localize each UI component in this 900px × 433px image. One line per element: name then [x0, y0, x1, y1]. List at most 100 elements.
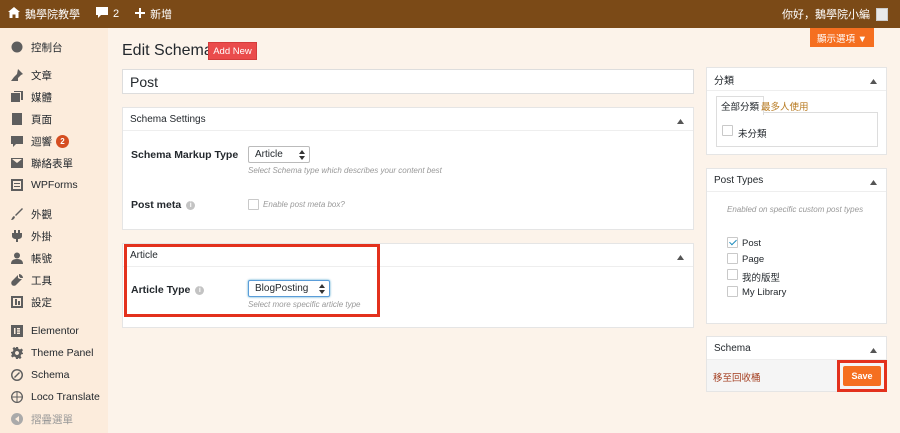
plus-icon [135, 7, 146, 21]
schema-icon [11, 369, 23, 381]
save-highlight-box [837, 360, 887, 392]
collapse-arrow-icon[interactable] [870, 76, 877, 87]
sidebar-item-contact-form[interactable]: 聯絡表單 [0, 152, 108, 174]
box-title: Schema [714, 342, 751, 354]
tab-all-categories[interactable]: 全部分類 [716, 96, 765, 115]
sidebar-item-elementor[interactable]: Elementor [0, 320, 108, 342]
sidebar-item-theme-panel[interactable]: Theme Panel [0, 342, 108, 364]
sidebar-item-posts[interactable]: 文章 [0, 64, 108, 86]
gear-icon [11, 347, 23, 359]
globe-icon [11, 391, 23, 403]
pin-icon [11, 69, 23, 81]
comments-badge: 2 [56, 134, 69, 148]
admin-bar: 鵝學院教學 2 新增 你好，鵝學院小編 [0, 0, 900, 28]
home-icon [8, 7, 20, 21]
box-title: Post Types [714, 174, 764, 186]
uncategorized-checkbox[interactable] [722, 125, 733, 136]
box-title: 分類 [714, 75, 734, 87]
page-title: Edit Schema [122, 42, 213, 59]
help-icon[interactable]: i [186, 200, 196, 210]
user-icon [11, 252, 23, 264]
site-name: 鵝學院教學 [25, 9, 80, 21]
schema-settings-header[interactable]: Schema Settings [123, 108, 693, 131]
uncategorized-label: 未分類 [738, 129, 767, 140]
sidebar-item-wpforms[interactable]: WPForms [0, 174, 108, 196]
sidebar-item-loco-translate[interactable]: Loco Translate [0, 386, 108, 408]
sidebar-item-label: 媒體 [31, 91, 52, 104]
sidebar-item-label: 摺疊選單 [31, 413, 73, 426]
add-new-button[interactable]: Add New [208, 42, 257, 60]
brush-icon [11, 208, 23, 220]
comments-link[interactable]: 2 [88, 0, 127, 28]
admin-sidebar: 控制台 文章 媒體 頁面 迴響 2 聯絡表單 WPForms 外觀 外掛 帳號 … [0, 28, 108, 433]
sidebar-item-media[interactable]: 媒體 [0, 86, 108, 108]
sidebar-item-label: WPForms [31, 179, 78, 191]
collapse-arrow-icon[interactable] [677, 252, 684, 263]
categories-header[interactable]: 分類 [707, 68, 886, 91]
comment-icon [96, 7, 108, 21]
sidebar-item-label: 帳號 [31, 252, 52, 265]
screen-options-button[interactable]: 顯示選項 ▼ [810, 28, 874, 47]
new-content-link[interactable]: 新增 [127, 0, 180, 28]
sidebar-item-label: 迴響 [31, 135, 52, 148]
greeting: 你好，鵝學院小編 [782, 9, 870, 21]
post-types-description: Enabled on specific custom post types [727, 205, 864, 214]
sidebar-item-label: 頁面 [31, 113, 52, 126]
schema-markup-type-select[interactable]: Article [248, 146, 310, 163]
sidebar-item-tools[interactable]: 工具 [0, 269, 108, 291]
post-type-post-checkbox[interactable] [727, 237, 738, 248]
move-to-trash-link[interactable]: 移至回收桶 [713, 370, 761, 384]
post-type-template-checkbox[interactable] [727, 269, 738, 280]
post-meta-label: Post meta i [131, 199, 196, 211]
dashboard-icon [11, 41, 23, 53]
tab-popular-categories[interactable]: 最多人使用 [761, 99, 809, 113]
sidebar-item-users[interactable]: 帳號 [0, 247, 108, 269]
sidebar-item-label: 控制台 [31, 41, 63, 54]
my-account[interactable]: 你好，鵝學院小編 [782, 6, 900, 22]
collapse-arrow-icon[interactable] [677, 116, 684, 127]
sidebar-item-label: Elementor [31, 325, 79, 337]
select-arrows-icon [299, 150, 305, 163]
schema-markup-type-label: Schema Markup Type [131, 149, 239, 161]
sidebar-item-label: Loco Translate [31, 391, 100, 403]
sidebar-item-settings[interactable]: 設定 [0, 291, 108, 313]
post-meta-checkbox-label: Enable post meta box? [263, 200, 345, 209]
comment-icon [11, 135, 23, 147]
publish-header[interactable]: Schema [707, 337, 886, 360]
sidebar-collapse-menu[interactable]: 摺疊選單 [0, 408, 108, 430]
article-highlight-box [124, 244, 380, 317]
sidebar-item-dashboard[interactable]: 控制台 [0, 36, 108, 58]
post-title-input[interactable] [122, 69, 694, 94]
sidebar-item-comments[interactable]: 迴響 2 [0, 130, 108, 152]
sidebar-item-label: Schema [31, 369, 70, 381]
sidebar-item-pages[interactable]: 頁面 [0, 108, 108, 130]
collapse-icon [11, 413, 23, 425]
post-type-page-label: Page [742, 254, 765, 265]
new-label: 新增 [150, 9, 173, 21]
post-type-post-label: Post [742, 238, 762, 249]
post-type-template-label: 我的版型 [742, 273, 781, 284]
media-icon [11, 91, 23, 103]
plugin-icon [11, 230, 23, 242]
sidebar-item-appearance[interactable]: 外觀 [0, 203, 108, 225]
mail-icon [11, 157, 23, 169]
sidebar-item-label: 聯絡表單 [31, 157, 73, 170]
settings-icon [11, 296, 23, 308]
sidebar-item-label: 工具 [31, 274, 52, 287]
collapse-arrow-icon[interactable] [870, 345, 877, 356]
post-types-header[interactable]: Post Types [707, 169, 886, 192]
sidebar-item-label: 外掛 [31, 230, 52, 243]
post-type-page-checkbox[interactable] [727, 253, 738, 264]
page-icon [11, 113, 23, 125]
post-type-library-checkbox[interactable] [727, 286, 738, 297]
post-meta-checkbox[interactable] [248, 199, 259, 210]
sidebar-item-plugins[interactable]: 外掛 [0, 225, 108, 247]
schema-markup-type-hint: Select Schema type which describes your … [248, 166, 442, 175]
sidebar-item-schema[interactable]: Schema [0, 364, 108, 386]
select-value: Article [255, 149, 283, 160]
sidebar-item-label: Theme Panel [31, 347, 94, 359]
site-name-link[interactable]: 鵝學院教學 [0, 0, 88, 28]
elementor-icon [11, 325, 23, 337]
collapse-arrow-icon[interactable] [870, 177, 877, 188]
sidebar-item-label: 設定 [31, 296, 52, 309]
